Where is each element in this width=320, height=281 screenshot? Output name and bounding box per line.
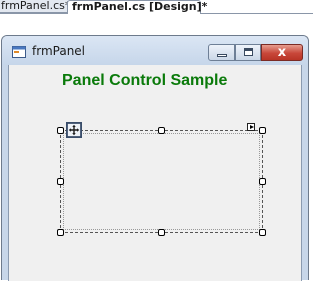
resize-handle-top[interactable] — [158, 127, 165, 134]
move-icon[interactable] — [66, 122, 82, 138]
form-window[interactable]: frmPanel x Panel Control Sample — [1, 35, 309, 281]
resize-handle-top-right[interactable] — [259, 127, 266, 134]
close-icon: x — [277, 45, 287, 60]
resize-handle-bottom-left[interactable] — [57, 229, 64, 236]
resize-handle-right[interactable] — [259, 178, 266, 185]
close-button[interactable]: x — [261, 44, 303, 61]
maximize-button[interactable] — [235, 44, 261, 61]
resize-handle-top-left[interactable] — [57, 127, 64, 134]
resize-handle-bottom[interactable] — [158, 229, 165, 236]
title-bar[interactable]: frmPanel x — [2, 36, 308, 65]
tab-code[interactable]: frmPanel.cs* — [0, 0, 71, 13]
form-icon — [12, 46, 26, 58]
resize-handle-bottom-right[interactable] — [259, 229, 266, 236]
tab-design[interactable]: frmPanel.cs [Design]* — [67, 0, 207, 13]
minimize-button[interactable] — [208, 44, 235, 61]
document-tabs: frmPanel.cs* frmPanel.cs [Design]* — [0, 0, 313, 14]
resize-handle-left[interactable] — [57, 178, 64, 185]
panel-control[interactable] — [60, 130, 263, 233]
form-heading-label[interactable]: Panel Control Sample — [62, 72, 227, 90]
form-client-area[interactable]: Panel Control Sample — [8, 65, 302, 281]
window-title: frmPanel — [32, 44, 86, 58]
smart-tag-icon[interactable] — [247, 123, 255, 131]
